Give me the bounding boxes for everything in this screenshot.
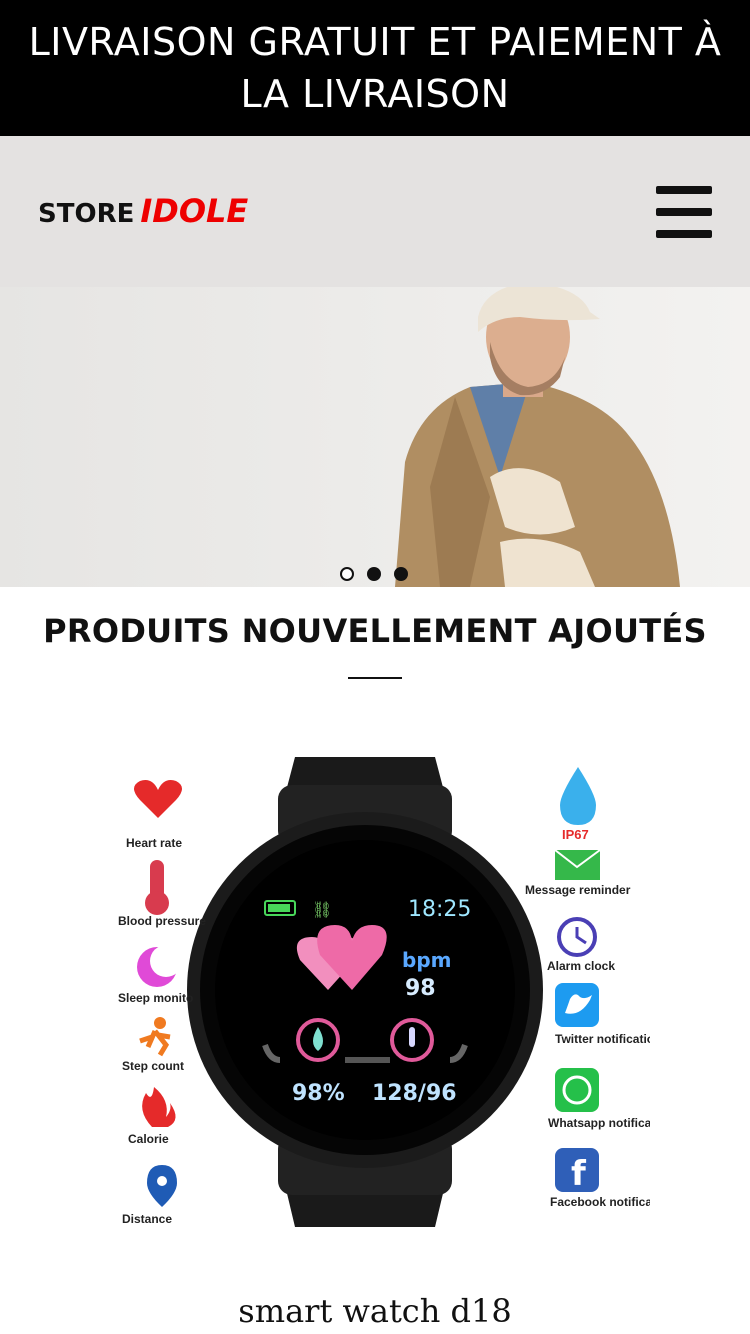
flame-icon bbox=[142, 1087, 176, 1127]
feature-blood-pressure: Blood pressure bbox=[118, 914, 206, 928]
thermometer-icon bbox=[145, 860, 169, 915]
feature-distance: Distance bbox=[122, 1212, 172, 1226]
feature-step-count: Step count bbox=[122, 1059, 184, 1073]
moon-icon bbox=[137, 945, 182, 987]
store-logo[interactable]: STORE IDOLE bbox=[38, 192, 248, 230]
section-divider bbox=[348, 677, 402, 679]
announcement-text: LIVRAISON GRATUIT ET PAIEMENT À LA LIVRA… bbox=[28, 20, 722, 116]
message-icon bbox=[554, 849, 601, 880]
water-drop-icon bbox=[560, 767, 596, 825]
feature-sleep: Sleep monito bbox=[118, 991, 193, 1005]
hero-slider[interactable] bbox=[0, 287, 750, 587]
feature-whatsapp: Whatsapp notification bbox=[548, 1116, 650, 1130]
announcement-bar: LIVRAISON GRATUIT ET PAIEMENT À LA LIVRA… bbox=[0, 0, 750, 136]
bpm-label: bpm bbox=[402, 948, 451, 972]
slider-dot-2[interactable] bbox=[367, 567, 381, 581]
bpm-value: 98 bbox=[405, 976, 436, 1001]
feature-calorie: Calorie bbox=[128, 1132, 169, 1146]
feature-ip67: IP67 bbox=[562, 827, 589, 842]
whatsapp-icon bbox=[555, 1068, 599, 1112]
slider-dot-3[interactable] bbox=[394, 567, 408, 581]
facebook-icon: f bbox=[555, 1148, 599, 1194]
feature-twitter: Twitter notification bbox=[555, 1032, 650, 1046]
blood-pressure-value: 128/96 bbox=[372, 1081, 457, 1106]
product-name[interactable]: smart watch d18 bbox=[0, 1292, 750, 1330]
feature-heart-rate: Heart rate bbox=[126, 836, 182, 850]
watch-time: 18:25 bbox=[408, 897, 471, 922]
feature-message: Message reminder bbox=[525, 883, 631, 897]
logo-store-text: STORE bbox=[38, 199, 135, 229]
running-icon bbox=[139, 1017, 171, 1057]
slider-dots bbox=[0, 567, 750, 583]
slider-dot-1[interactable] bbox=[340, 567, 354, 581]
feature-facebook: Facebook notification bbox=[550, 1195, 650, 1209]
product-image[interactable]: ⛓ 18:25 bpm 98 98% 128/96 Heart rate Blo… bbox=[100, 715, 674, 1245]
heart-rate-icon bbox=[134, 780, 182, 818]
logo-brand-text: IDOLE bbox=[140, 192, 249, 230]
alarm-clock-icon bbox=[557, 917, 597, 957]
site-header: STORE IDOLE bbox=[0, 136, 750, 287]
feature-alarm: Alarm clock bbox=[547, 959, 615, 973]
hero-slide-image bbox=[0, 287, 750, 587]
section-title: PRODUITS NOUVELLEMENT AJOUTÉS bbox=[43, 612, 707, 650]
hamburger-menu-icon[interactable] bbox=[656, 186, 712, 238]
location-pin-icon bbox=[147, 1165, 177, 1207]
twitter-icon bbox=[555, 983, 599, 1027]
svg-text:f: f bbox=[571, 1154, 587, 1194]
svg-text:⛓: ⛓ bbox=[312, 900, 332, 919]
oxygen-value: 98% bbox=[292, 1081, 345, 1106]
